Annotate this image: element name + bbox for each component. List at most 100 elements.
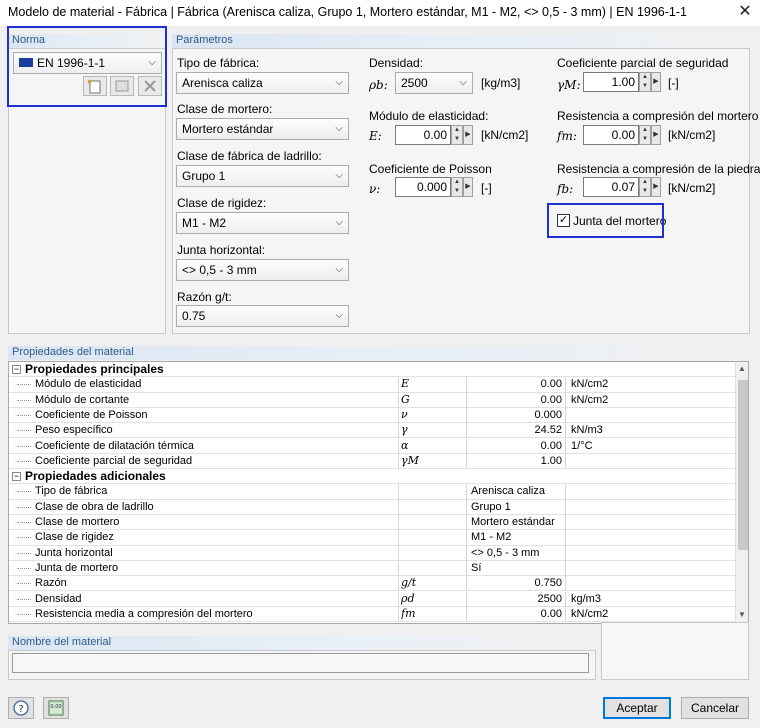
section-title: Propiedades principales	[25, 362, 164, 376]
tree-guide	[17, 414, 31, 416]
coef-seguridad-menu[interactable]: ▶	[651, 72, 661, 92]
table-row[interactable]: Clase de mortero Mortero estándar	[9, 515, 735, 531]
aceptar-button[interactable]: Aceptar	[603, 697, 671, 719]
clase-mortero-label: Clase de mortero:	[177, 102, 273, 116]
column-divider	[398, 423, 399, 439]
table-row[interactable]: Peso específico γ 24.52 kN/m3	[9, 423, 735, 439]
densidad-symbol: ρb:	[369, 78, 388, 92]
poisson-menu[interactable]: ▶	[463, 177, 473, 197]
property-symbol: E	[401, 377, 410, 391]
units-button[interactable]: 0.00	[43, 697, 69, 719]
chevron-down-icon: ⌵	[335, 123, 343, 134]
property-name: Tipo de fábrica	[35, 485, 108, 498]
resist-piedra-menu[interactable]: ▶	[651, 177, 661, 197]
column-divider	[398, 453, 399, 470]
table-section-header[interactable]: − Propiedades adicionales	[9, 469, 735, 485]
junta-mortero-highlight	[547, 203, 664, 238]
column-divider	[565, 530, 566, 546]
svg-text:0.00: 0.00	[50, 704, 61, 710]
table-row[interactable]: Clase de rigidez M1 - M2	[9, 530, 735, 546]
table-scrollbar[interactable]: ▲ ▼	[735, 362, 748, 623]
collapse-icon[interactable]: −	[12, 365, 21, 374]
scroll-down-icon[interactable]: ▼	[738, 610, 746, 619]
help-icon: ?	[13, 700, 29, 716]
column-divider	[398, 560, 399, 577]
property-unit: kg/m3	[571, 592, 601, 605]
table-row[interactable]: Junta horizontal <> 0,5 - 3 mm	[9, 545, 735, 561]
table-section-header[interactable]: − Propiedades principales	[9, 362, 735, 378]
property-value: 24.52	[534, 424, 562, 437]
property-value: 0.00	[540, 439, 562, 452]
property-name: Coeficiente parcial de seguridad	[35, 454, 193, 467]
coef-seguridad-stepper[interactable]: ▲ ▼	[639, 72, 651, 92]
table-row[interactable]: Clase de obra de ladrillo Grupo 1	[9, 499, 735, 515]
resist-piedra-input[interactable]: 0.07	[583, 177, 639, 197]
property-name: Junta horizontal	[35, 546, 113, 559]
chevron-down-icon: ⌵	[335, 264, 343, 275]
tipo-fabrica-select[interactable]: Arenisca caliza ⌵	[176, 72, 349, 94]
scroll-up-icon[interactable]: ▲	[738, 364, 746, 373]
resist-mortero-stepper[interactable]: ▲ ▼	[639, 125, 651, 145]
clase-rigidez-select[interactable]: M1 - M2 ⌵	[176, 212, 349, 234]
table-row[interactable]: Tipo de fábrica Arenisca caliza	[9, 484, 735, 500]
column-divider	[466, 560, 467, 577]
clase-ladrillo-select[interactable]: Grupo 1 ⌵	[176, 165, 349, 187]
table-row[interactable]: Módulo de cortante G 0.00 kN/cm2	[9, 392, 735, 408]
property-name: Clase de obra de ladrillo	[35, 500, 154, 513]
close-icon[interactable]: ✕	[734, 2, 756, 22]
property-name: Módulo de elasticidad	[35, 378, 142, 391]
table-row[interactable]: Junta de mortero Sí	[9, 560, 735, 577]
property-name: Peso específico	[35, 424, 113, 437]
resist-mortero-input[interactable]: 0.00	[583, 125, 639, 145]
modulo-elasticidad-input[interactable]: 0.00	[395, 125, 451, 145]
resist-mortero-menu[interactable]: ▶	[651, 125, 661, 145]
densidad-select[interactable]: 2500 ⌵	[395, 72, 473, 94]
tree-guide	[17, 399, 31, 401]
help-button[interactable]: ?	[8, 697, 34, 719]
modulo-elasticidad-menu[interactable]: ▶	[463, 125, 473, 145]
collapse-icon[interactable]: −	[12, 472, 21, 482]
column-divider	[398, 392, 399, 408]
poisson-label: Coeficiente de Poisson	[369, 162, 492, 176]
table-row[interactable]: Coeficiente de dilatación térmica α 0.00 1/…	[9, 438, 735, 454]
nombre-input[interactable]	[12, 653, 589, 673]
table-row[interactable]: Razón g/t 0.750	[9, 576, 735, 592]
tree-guide	[17, 613, 31, 615]
property-value: 0.00	[540, 393, 562, 406]
tree-guide	[17, 567, 31, 569]
cancelar-button[interactable]: Cancelar	[681, 697, 749, 719]
property-text: Grupo 1	[471, 500, 511, 513]
tree-guide	[17, 552, 31, 554]
junta-horizontal-label: Junta horizontal:	[177, 243, 266, 257]
property-value: 0.750	[534, 577, 562, 590]
column-divider	[466, 484, 467, 500]
poisson-stepper[interactable]: ▲ ▼	[451, 177, 463, 197]
clase-mortero-select[interactable]: Mortero estándar ⌵	[176, 118, 349, 140]
property-unit: kN/m3	[571, 424, 603, 437]
tree-guide	[17, 460, 31, 462]
table-row[interactable]: Resistencia media a compresión del morte…	[9, 606, 735, 623]
chevron-down-icon: ⌵	[335, 310, 343, 321]
table-row[interactable]: Densidad ρd 2500 kg/m3	[9, 591, 735, 607]
table-row[interactable]: Coeficiente de Poisson ν 0.000	[9, 407, 735, 424]
column-divider	[398, 606, 399, 623]
junta-horizontal-select[interactable]: <> 0,5 - 3 mm ⌵	[176, 259, 349, 281]
column-divider	[398, 515, 399, 531]
column-divider	[565, 438, 566, 454]
column-divider	[565, 515, 566, 531]
window-title: Modelo de material - Fábrica | Fábrica (…	[8, 5, 687, 19]
column-divider	[398, 530, 399, 546]
coef-seguridad-input[interactable]: 1.00	[583, 72, 639, 92]
poisson-input[interactable]: 0.000	[395, 177, 451, 197]
razon-select[interactable]: 0.75 ⌵	[176, 305, 349, 327]
resist-mortero-symbol: fm:	[557, 129, 577, 143]
property-name: Clase de rigidez	[35, 531, 114, 544]
scrollbar-thumb[interactable]	[738, 380, 748, 550]
modulo-elasticidad-stepper[interactable]: ▲ ▼	[451, 125, 463, 145]
table-row[interactable]: Módulo de elasticidad E 0.00 kN/cm2	[9, 377, 735, 393]
property-value: 2500	[537, 592, 562, 605]
column-divider	[398, 545, 399, 561]
table-row[interactable]: Coeficiente parcial de seguridad γM 1.00	[9, 453, 735, 470]
resist-piedra-stepper[interactable]: ▲ ▼	[639, 177, 651, 197]
tree-guide	[17, 583, 31, 585]
